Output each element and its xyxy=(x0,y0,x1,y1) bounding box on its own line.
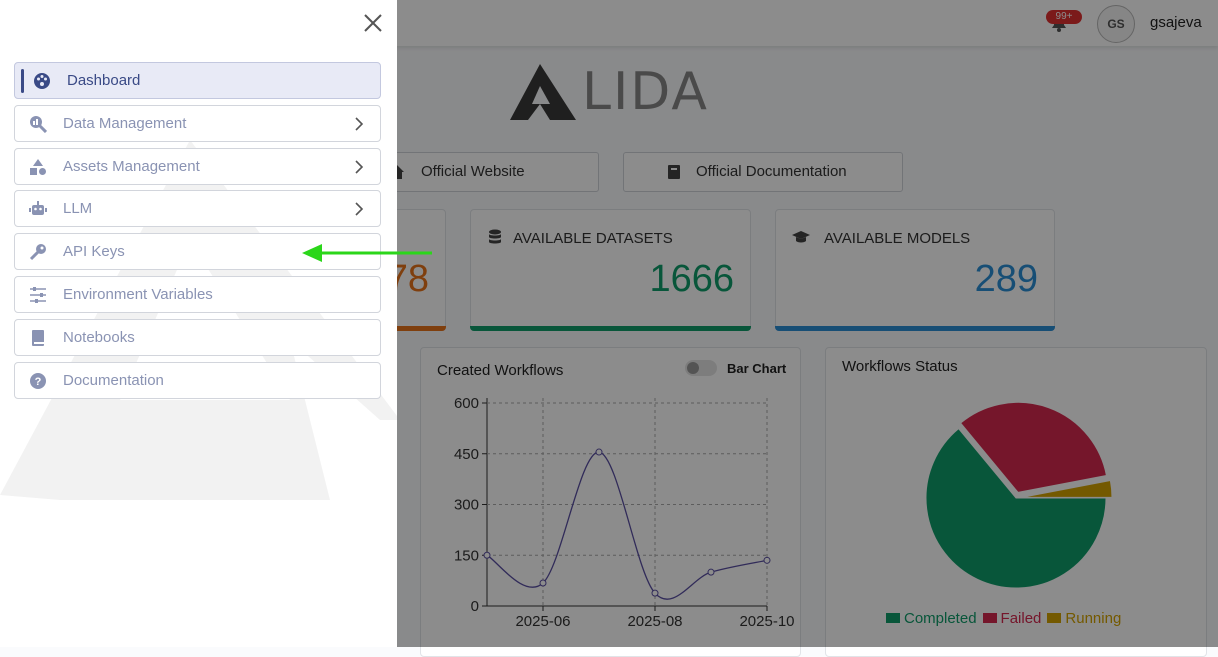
magnifier-chart-icon xyxy=(30,116,47,133)
menu-item-label: Dashboard xyxy=(67,72,141,89)
menu-item-llm[interactable]: LLM xyxy=(14,190,381,227)
menu-item-dashboard[interactable]: Dashboard xyxy=(14,62,381,99)
menu-item-label: API Keys xyxy=(63,243,125,260)
menu-item-environment-variables[interactable]: Environment Variables xyxy=(14,276,381,313)
menu-item-label: Data Management xyxy=(63,115,187,132)
menu-item-label: Assets Management xyxy=(63,158,200,175)
key-icon xyxy=(29,244,46,261)
sliders-icon xyxy=(30,287,46,303)
menu-item-data-management[interactable]: Data Management xyxy=(14,105,381,142)
book-icon xyxy=(32,330,44,346)
shapes-icon xyxy=(30,159,46,175)
menu-item-notebooks[interactable]: Notebooks xyxy=(14,319,381,356)
annotation-arrow-icon xyxy=(302,244,432,262)
menu-item-assets-management[interactable]: Assets Management xyxy=(14,148,381,185)
menu-item-label: Documentation xyxy=(63,372,164,389)
chevron-right-icon xyxy=(355,202,364,216)
chevron-right-icon xyxy=(355,160,364,174)
svg-text:?: ? xyxy=(35,376,42,388)
active-indicator xyxy=(21,69,24,93)
palette-icon xyxy=(34,73,50,89)
menu-item-documentation[interactable]: ? Documentation xyxy=(14,362,381,399)
robot-icon xyxy=(29,201,47,215)
close-icon[interactable] xyxy=(360,10,386,36)
question-icon: ? xyxy=(30,373,46,389)
navigation-drawer: Dashboard Data Management Assets Managem… xyxy=(0,0,397,647)
menu-item-label: Notebooks xyxy=(63,329,135,346)
chevron-right-icon xyxy=(355,117,364,131)
menu-item-label: LLM xyxy=(63,200,93,217)
menu-item-label: Environment Variables xyxy=(63,286,213,303)
